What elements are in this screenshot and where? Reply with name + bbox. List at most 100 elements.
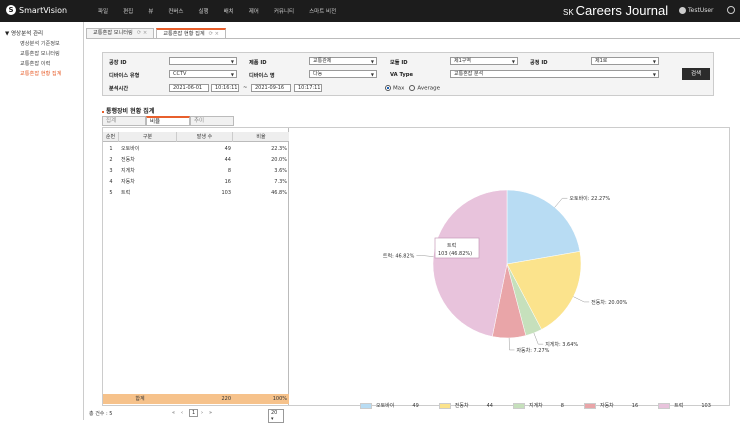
tab-monitoring[interactable]: 교통혼잡 모니터링 ⟳ × <box>86 28 155 38</box>
page-tabs: 교통혼잡 모니터링 ⟳ × 교통혼잡 현황 집계 ⟳ × <box>86 28 227 38</box>
power-icon[interactable] <box>727 6 735 14</box>
total-count: 총 건수 : 5 <box>89 411 113 417</box>
main-menu: 파일 편집 뷰 컨버스 실행 배치 제어 커뮤니티 스마트 비전 <box>98 7 351 15</box>
tab-divider <box>86 38 740 39</box>
slice-leader-line <box>416 255 434 257</box>
slice-label: 오토바이: 22.27% <box>569 195 610 202</box>
pagination: 총 건수 : 5 « ‹ 1 › » 20 ▾ <box>86 407 286 423</box>
top-bar: S SmartVision 파일 편집 뷰 컨버스 실행 배치 제어 커뮤니티 스… <box>0 0 740 22</box>
device-name-label: 디바이스 명 <box>249 73 275 79</box>
sub-tabs: 집계 비율 추이 <box>102 116 234 126</box>
legend-item[interactable]: 지게차 8 <box>512 402 564 409</box>
table-row[interactable]: 1 오토바이 49 22.3% <box>103 144 289 155</box>
col-name[interactable]: 구분 <box>119 132 177 142</box>
tab-trend[interactable]: 추이 <box>190 116 234 126</box>
sum-row: 합계 220 100% <box>103 394 289 404</box>
logo[interactable]: S SmartVision <box>6 5 67 15</box>
col-count[interactable]: 발생 수 <box>177 132 233 142</box>
device-name-select[interactable]: 다능 ▼ <box>309 70 377 78</box>
menu-canvas[interactable]: 컨버스 <box>168 7 183 15</box>
factory-select[interactable]: ▼ <box>169 57 237 65</box>
sidebar-group[interactable]: ▼ 영상분석 관리 <box>5 29 43 37</box>
radio-average[interactable]: Average <box>409 85 440 92</box>
chevron-down-icon: ▼ <box>511 59 515 64</box>
col-ratio[interactable]: 비율 <box>233 132 289 142</box>
search-button[interactable]: 검색 <box>682 68 710 80</box>
time-to-input[interactable]: 10:17:11 <box>294 84 322 92</box>
table-row[interactable]: 2 전동차 44 20.0% <box>103 155 289 166</box>
radio-max[interactable]: Max <box>385 85 404 92</box>
legend-item[interactable]: 전동차 44 <box>438 402 493 409</box>
next-page-button[interactable]: › <box>201 410 203 416</box>
table-row[interactable]: 5 트럭 103 46.8% <box>103 188 289 199</box>
menu-view[interactable]: 뷰 <box>148 7 153 15</box>
last-page-button[interactable]: » <box>209 410 212 416</box>
pie-chart-area: 오토바이: 22.27% 전동차: 20.00% 지게차: 3.64% 자동차: 7.… <box>291 128 729 405</box>
va-type-select[interactable]: 교통혼잡 분석 ▼ <box>450 70 659 78</box>
menu-smart-vision[interactable]: 스마트 비전 <box>309 7 336 15</box>
module-select[interactable]: 제1구역 ▼ <box>450 57 518 65</box>
radio-checked-icon <box>385 85 391 91</box>
menu-control[interactable]: 제어 <box>249 7 259 15</box>
chevron-down-icon: ▼ <box>652 59 656 64</box>
prev-page-button[interactable]: ‹ <box>181 410 183 416</box>
sidebar: ▼ 영상분석 관리 영상분석 기준정보 교통혼잡 모니터링 교통혼잡 이력 교통… <box>0 22 84 420</box>
date-to-input[interactable]: 2021-09-16 <box>251 84 291 92</box>
user-menu[interactable]: TestUser <box>679 7 714 14</box>
chevron-down-icon: ▼ <box>370 59 374 64</box>
product-select[interactable]: 교통관제 ▼ <box>309 57 377 65</box>
logo-icon: S <box>6 5 16 15</box>
user-icon <box>679 7 686 14</box>
plant-label: 공정 ID <box>530 60 548 66</box>
plant-select[interactable]: 제1로 ▼ <box>591 57 659 65</box>
menu-edit[interactable]: 편집 <box>123 7 133 15</box>
close-icon[interactable]: ⟳ × <box>209 30 219 38</box>
sum-label: 합계 <box>135 396 145 402</box>
chevron-down-icon: ▼ <box>652 72 656 77</box>
section-title: 통행장비 현황 집계 <box>102 106 154 115</box>
legend-swatch <box>583 402 596 409</box>
close-icon[interactable]: ⟳ × <box>137 29 147 38</box>
factory-label: 공장 ID <box>109 60 127 66</box>
sidebar-item-history[interactable]: 교통혼잡 이력 <box>20 60 50 67</box>
legend-swatch <box>658 402 671 409</box>
pie-chart: 오토바이: 22.27% 전동차: 20.00% 지게차: 3.64%자동차: 7.… <box>383 189 628 354</box>
legend-item[interactable]: 트럭 103 <box>658 402 711 409</box>
tab-aggregate[interactable]: 집계 <box>102 116 146 126</box>
sidebar-item-criteria[interactable]: 영상분석 기준정보 <box>20 40 60 47</box>
page-size-select[interactable]: 20 ▾ <box>268 409 284 423</box>
result-panel: 순번 구분 발생 수 비율 1 오토바이 49 22.3% 2 전동차 44 2… <box>102 127 730 406</box>
product-label: 제품 ID <box>249 60 267 66</box>
page-number[interactable]: 1 <box>189 409 199 417</box>
menu-file[interactable]: 파일 <box>98 7 108 15</box>
va-type-label: VA Type <box>390 72 414 78</box>
time-from-input[interactable]: 10:16:11 <box>211 84 239 92</box>
agg-radio-group: Max Average <box>385 85 440 92</box>
slice-label: 자동차: 7.27% <box>516 347 549 354</box>
table-row[interactable]: 3 지게차 8 3.6% <box>103 166 289 177</box>
legend-swatch <box>512 402 525 409</box>
first-page-button[interactable]: « <box>172 410 175 416</box>
pie-slice[interactable] <box>432 189 508 337</box>
sidebar-item-monitoring[interactable]: 교통혼잡 모니터링 <box>20 50 60 57</box>
sum-ratio: 100% <box>272 396 287 402</box>
tooltip-value: 103 (46.82%) <box>438 251 472 257</box>
table-row[interactable]: 4 자동차 16 7.3% <box>103 177 289 188</box>
menu-run[interactable]: 실행 <box>199 7 209 15</box>
col-no[interactable]: 순번 <box>103 132 119 142</box>
menu-deploy[interactable]: 배치 <box>224 7 234 15</box>
sidebar-item-summary[interactable]: 교통혼잡 현황 집계 <box>20 70 61 77</box>
legend-item[interactable]: 오토바이 49 <box>360 402 419 409</box>
slice-leader-line <box>554 197 568 208</box>
tab-summary[interactable]: 교통혼잡 현황 집계 ⟳ × <box>156 28 227 38</box>
journal-brand: SK Careers Journal <box>563 3 669 18</box>
legend-item[interactable]: 자동차 16 <box>583 402 638 409</box>
device-type-select[interactable]: CCTV ▼ <box>169 70 237 78</box>
period-tilde: ~ <box>243 85 248 91</box>
device-type-label: 디바이스 유형 <box>109 73 140 79</box>
table-header: 순번 구분 발생 수 비율 <box>103 132 289 142</box>
menu-community[interactable]: 커뮤니티 <box>274 7 294 15</box>
date-from-input[interactable]: 2021-06-01 <box>169 84 209 92</box>
slice-label: 전동차: 20.00% <box>591 299 627 306</box>
tab-ratio[interactable]: 비율 <box>146 116 190 126</box>
